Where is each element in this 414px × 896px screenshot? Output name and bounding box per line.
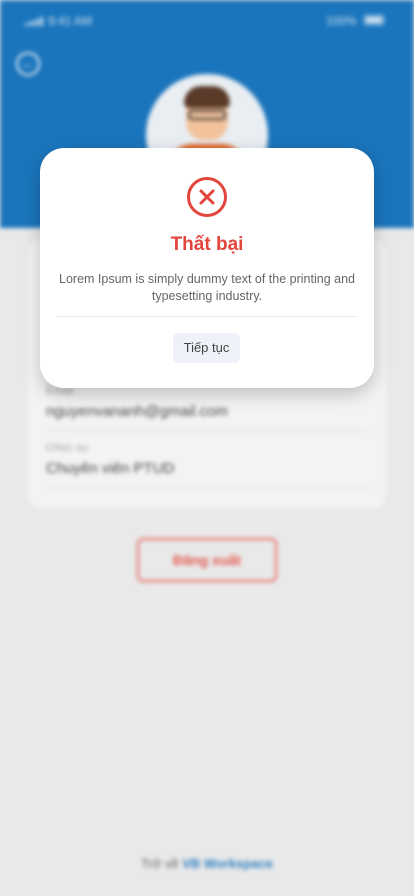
logout-button[interactable]: Đăng xuất [137,538,277,582]
footer-brand-link[interactable]: VB Workspace [182,856,273,871]
email-field: Email nguyenvananh@gmail.com [46,385,368,431]
battery-percent: 100% [326,14,357,28]
status-bar: 9:41 AM 100% [0,0,414,44]
continue-button[interactable]: Tiếp tục [173,333,240,363]
error-circle-x-icon [187,177,227,217]
dialog-message: Lorem Ipsum is simply dummy text of the … [59,272,355,303]
dialog-divider [56,316,358,317]
arrow-left-icon: ← [21,55,35,71]
role-value: Chuyên viên PTUD [46,460,175,477]
background-screen: 9:41 AM 100% ← Email nguyenvananh@gmail.… [0,0,414,896]
role-label: Chức vụ [46,442,88,454]
battery-icon [364,15,384,25]
dialog-title: Thất bại [170,234,244,255]
error-dialog: Thất bại Lorem Ipsum is simply dummy tex… [40,148,374,388]
footer: Trở về VB Workspace [0,856,414,871]
back-button[interactable]: ← [16,52,40,76]
role-field: Chức vụ Chuyên viên PTUD [46,442,368,488]
email-value: nguyenvananh@gmail.com [46,403,228,420]
footer-prefix: Trở về [140,856,179,871]
status-time: 9:41 AM [48,14,93,28]
signal-icon [25,16,43,26]
